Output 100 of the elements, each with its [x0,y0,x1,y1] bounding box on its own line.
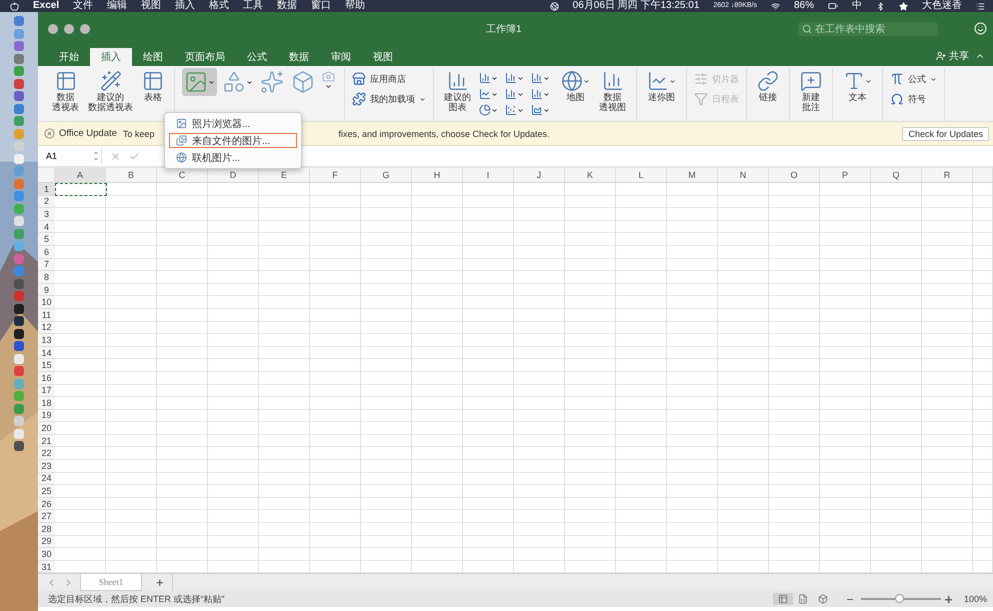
ribbon-small-button[interactable]: 我的加载项 [352,92,426,106]
column-header[interactable]: M [667,168,718,182]
star-icon[interactable] [899,2,908,10]
row-header[interactable]: 8 [38,271,55,284]
ribbon-tab[interactable]: 页面布局 [174,48,236,66]
bluetooth-icon[interactable] [876,2,885,10]
column-header[interactable]: P [820,168,871,182]
name-box[interactable]: A1 [44,148,102,164]
row-header[interactable]: 19 [38,410,55,422]
row-header[interactable]: 4 [38,220,55,234]
column-header[interactable]: A [55,168,106,182]
smiley-icon[interactable] [974,22,987,35]
ribbon-button[interactable]: 建议的 图表 [441,68,474,114]
row-header[interactable]: 3 [38,208,55,221]
menu-item[interactable]: 插入 [175,0,196,12]
minimize-button[interactable] [64,24,74,34]
row-header[interactable]: 14 [38,346,55,360]
column-header[interactable]: H [412,168,463,182]
row-header[interactable]: 28 [38,523,55,536]
column-header[interactable]: I [463,168,514,182]
row-header[interactable]: 6 [38,246,55,259]
row-header[interactable]: 15 [38,359,55,372]
ribbon-tab[interactable]: 绘图 [132,48,174,66]
column-header[interactable]: Q [871,168,922,182]
sheet-tab[interactable]: Sheet1 [80,574,142,592]
row-header[interactable]: 24 [38,472,55,486]
menu-item[interactable]: 视图 [141,0,162,12]
row-header[interactable]: 12 [38,322,55,334]
row-header[interactable]: 23 [38,460,55,473]
ribbon-tab[interactable]: 数据 [278,48,320,66]
ribbon-tab[interactable]: 开始 [48,48,90,66]
ribbon-button[interactable]: 表格 [139,68,167,104]
ribbon-small-button[interactable]: 符号 [890,92,937,106]
check-icon[interactable] [129,150,140,162]
close-icon[interactable] [44,128,55,139]
ribbon-tab[interactable]: 视图 [362,48,404,66]
menu-item[interactable]: 工具 [243,0,264,12]
apple-icon[interactable] [10,2,19,10]
column-header[interactable]: O [769,168,820,182]
menu-item[interactable]: 数据 [277,0,298,12]
menu-item[interactable]: 编辑 [107,0,128,12]
ribbon-button[interactable]: 迷你图 [644,68,679,104]
row-header[interactable]: 1 [38,183,55,196]
row-header[interactable]: 9 [38,284,55,296]
wifi-icon[interactable] [770,2,780,10]
row-header[interactable]: 21 [38,434,55,448]
ribbon-button[interactable]: 链接 [754,68,782,104]
menu-item[interactable]: 帮助 [345,0,366,12]
ribbon-small-button[interactable]: 应用商店 [352,72,426,86]
row-header[interactable]: 18 [38,397,55,410]
ribbon-button[interactable]: 文本 [840,68,875,104]
column-header[interactable]: B [106,168,157,182]
row-header[interactable]: 10 [38,296,55,309]
zoom-button[interactable] [80,24,90,34]
row-header[interactable]: 13 [38,334,55,347]
ribbon-button[interactable]: 地图 [558,68,593,104]
list-icon[interactable] [976,2,985,10]
close-button[interactable] [48,24,58,34]
row-header[interactable]: 29 [38,536,55,548]
input-method[interactable]: 中 [852,0,862,12]
ribbon-button[interactable]: 建议的 数据透视表 [85,68,136,114]
menu-item[interactable]: 来自文件的图片... [169,133,297,148]
ribbon-tab[interactable]: 插入 [90,48,132,66]
row-header[interactable]: 31 [38,560,55,574]
column-header[interactable]: G [361,168,412,182]
app-menu[interactable]: Excel [33,0,60,12]
row-header[interactable]: 2 [38,196,55,208]
row-header[interactable]: 25 [38,485,55,498]
menu-item[interactable]: 格式 [209,0,230,12]
menu-item[interactable]: 联机图片... [169,150,297,165]
column-header[interactable]: N [718,168,769,182]
menu-item[interactable]: 照片浏览器... [169,116,297,131]
globe-icon[interactable] [550,2,559,10]
column-header[interactable]: K [565,168,616,182]
ribbon-button[interactable]: 新建 批注 [797,68,825,114]
row-header[interactable]: 16 [38,372,55,384]
view-button[interactable] [772,593,793,606]
row-header[interactable]: 27 [38,510,55,524]
ribbon-tab[interactable]: 公式 [236,48,278,66]
column-header[interactable]: L [616,168,667,182]
ribbon-small-button[interactable]: 公式 [890,72,937,86]
zoom-thumb[interactable] [894,594,904,604]
ribbon-button[interactable]: 数据 透视表 [49,68,82,114]
row-header[interactable]: 5 [38,233,55,246]
column-header[interactable]: R [922,168,973,182]
ribbon-button[interactable]: 数据 透视图 [596,68,629,114]
ribbon-tab[interactable]: 审阅 [320,48,362,66]
battery-icon[interactable] [828,1,838,11]
share-button[interactable]: 共享 [936,48,969,62]
row-header[interactable]: 17 [38,384,55,398]
check-updates-button[interactable]: Check for Updates [902,126,989,140]
row-header[interactable]: 22 [38,447,55,460]
row-header[interactable]: 30 [38,548,55,561]
row-header[interactable]: 7 [38,258,55,272]
cancel-icon[interactable] [110,150,121,162]
user-name[interactable]: 大色迷香 [922,0,962,12]
ribbon-tool[interactable] [182,68,217,96]
column-header[interactable]: J [514,168,565,182]
row-header[interactable]: 26 [38,498,55,510]
column-header[interactable]: F [310,168,361,182]
